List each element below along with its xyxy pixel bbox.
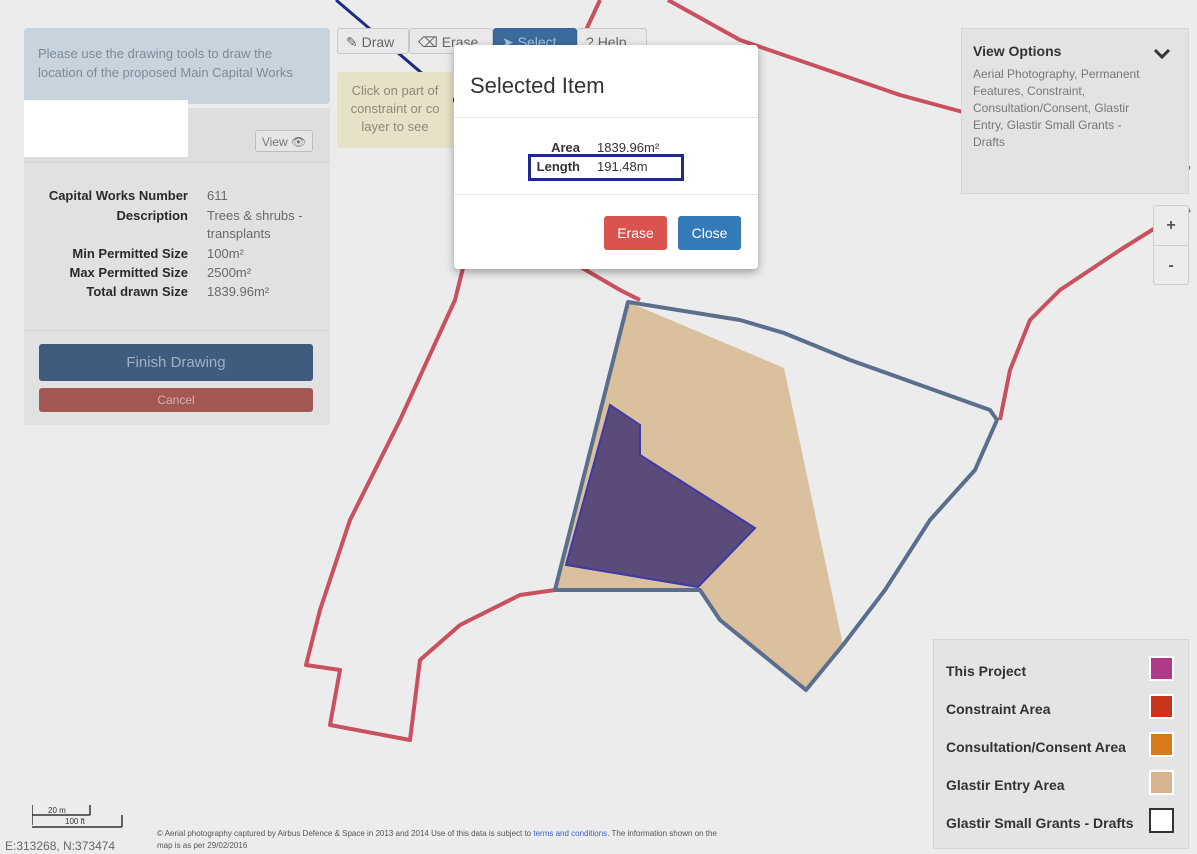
legend-swatch <box>1149 694 1174 719</box>
view-options-title: View Options <box>973 43 1062 59</box>
detail-label: Total drawn Size <box>86 284 188 299</box>
scale-metric-label: 20 m <box>48 806 66 815</box>
length-highlight-box <box>528 154 684 181</box>
cancel-button[interactable]: Cancel <box>39 388 313 412</box>
redacted-block <box>24 100 188 157</box>
detail-label: Capital Works Number <box>48 188 188 203</box>
legend-label: Glastir Entry Area <box>946 777 1065 793</box>
detail-value: 100m² <box>207 246 244 261</box>
finish-drawing-button[interactable]: Finish Drawing <box>39 344 313 381</box>
divider <box>24 330 330 331</box>
detail-value: Trees & shrubs - transplants <box>207 208 303 241</box>
close-button[interactable]: Close <box>678 216 741 250</box>
detail-label: Min Permitted Size <box>72 246 188 261</box>
eye-icon: 👁 <box>290 135 307 149</box>
view-options-layers: Aerial Photography, Permanent Features, … <box>973 67 1140 149</box>
legend-label: Glastir Small Grants - Drafts <box>946 815 1134 831</box>
legend-label: Consultation/Consent Area <box>946 739 1126 755</box>
legend-label: This Project <box>946 663 1027 679</box>
detail-label: Description <box>116 208 188 223</box>
area-label: Area <box>551 140 580 155</box>
erase-button[interactable]: Erase <box>604 216 667 250</box>
area-value: 1839.96m² <box>597 140 660 155</box>
instructions-box: Please use the drawing tools to draw the… <box>24 28 330 104</box>
terms-link[interactable]: terms and conditions <box>533 829 607 838</box>
detail-label: Max Permitted Size <box>69 265 189 280</box>
capital-works-details: Capital Works Number 611 Description Tre… <box>24 162 330 425</box>
draw-label: Draw <box>361 34 395 50</box>
chevron-down-icon[interactable] <box>1152 45 1172 63</box>
legend-swatch <box>1149 808 1174 833</box>
map-legend: This Project Constraint Area Consultatio… <box>933 639 1189 849</box>
legend-swatch <box>1149 656 1174 681</box>
scale-imperial-label: 100 ft <box>65 817 86 826</box>
modal-divider <box>454 117 758 118</box>
view-options-panel[interactable]: View Options Aerial Photography, Permane… <box>961 28 1189 194</box>
attribution-text: © Aerial photography captured by Airbus … <box>157 828 717 852</box>
legend-label: Constraint Area <box>946 701 1051 717</box>
legend-swatch <box>1149 732 1174 757</box>
zoom-in-button[interactable]: + <box>1154 206 1188 246</box>
instructions-text: Please use the drawing tools to draw the… <box>38 46 293 80</box>
modal-divider <box>454 194 758 195</box>
modal-title: Selected Item <box>470 73 605 98</box>
eraser-icon: ⌫ <box>418 34 438 50</box>
draw-icon: ✎ <box>346 34 358 50</box>
detail-value: 2500m² <box>207 265 252 280</box>
view-button[interactable]: View 👁 <box>255 130 313 152</box>
zoom-control: + - <box>1153 205 1189 285</box>
view-button-label: View <box>261 135 288 149</box>
legend-swatch <box>1149 770 1174 795</box>
attribution-part: © Aerial photography captured by Airbus … <box>157 829 534 838</box>
scale-bar: 20 m 100 ft <box>32 805 123 828</box>
coordinates-readout: E:313268, N:373474 <box>5 839 116 853</box>
select-hint: Click on part of constraint or co layer … <box>337 72 453 148</box>
draw-tool-button[interactable]: ✎ Draw <box>337 28 409 54</box>
detail-value: 1839.96m² <box>207 284 270 299</box>
select-hint-text: Click on part of constraint or co layer … <box>350 83 440 134</box>
detail-value: 611 <box>207 188 228 203</box>
zoom-out-button[interactable]: - <box>1154 246 1188 285</box>
